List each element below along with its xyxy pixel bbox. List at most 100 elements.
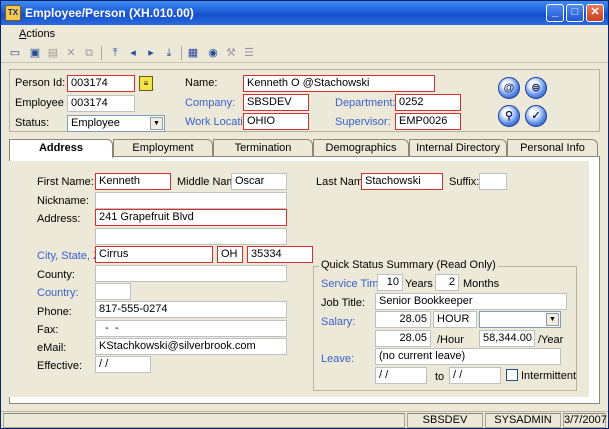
zip-field[interactable]: 35334 <box>247 246 313 263</box>
salary-label[interactable]: Salary: <box>321 316 355 328</box>
close-button[interactable]: ✕ <box>586 4 604 22</box>
tab-personal-info[interactable]: Personal Info <box>507 139 598 157</box>
city-field[interactable]: Cirrus <box>95 246 213 263</box>
per-hour-label: /Hour <box>437 334 464 346</box>
salary-rate-field: 28.05 <box>375 311 431 328</box>
search-icon[interactable]: ⚲ <box>498 105 520 127</box>
print-preview-icon[interactable]: ⊜ <box>525 77 547 99</box>
copy-icon[interactable]: ⧉ <box>81 45 97 61</box>
to-label: to <box>435 371 445 383</box>
first-icon[interactable]: ⤒ <box>107 45 123 61</box>
salary-extra-select[interactable]: ▼ <box>479 311 561 328</box>
status-company: SBSDEV <box>407 413 483 428</box>
status-message-cell <box>3 413 405 428</box>
chevron-down-icon[interactable]: ▼ <box>546 313 559 326</box>
leave-label[interactable]: Leave: <box>321 353 354 365</box>
toolbar-separator <box>101 46 102 60</box>
hourly-rate-field: 28.05 <box>375 330 431 347</box>
status-date: 3/7/2007 <box>563 413 607 428</box>
salary-unit-field: HOUR <box>433 311 477 328</box>
address-line2-field[interactable] <box>95 228 287 245</box>
months-label: Months <box>463 278 500 290</box>
state-field[interactable]: OH <box>217 246 243 263</box>
county-field[interactable] <box>95 265 287 282</box>
nickname-field[interactable] <box>95 192 287 209</box>
next-icon[interactable]: ▸ <box>143 45 159 61</box>
department-label[interactable]: Department: <box>335 97 396 109</box>
help-icon[interactable]: ◉ <box>205 45 221 61</box>
status-user: SYSADMIN <box>485 413 561 428</box>
nickname-label: Nickname: <box>37 195 89 207</box>
address-line1-field[interactable]: 241 Grapefruit Blvd <box>95 209 287 226</box>
email-field[interactable]: KStachkowski@silverbrook.com <box>95 338 287 355</box>
work-location-field[interactable]: OHIO <box>243 113 309 130</box>
tab-demographics[interactable]: Demographics <box>313 139 409 157</box>
job-title-label: Job Title: <box>321 297 366 309</box>
tab-internal-directory[interactable]: Internal Directory <box>409 139 507 157</box>
print-icon[interactable]: ▤ <box>45 45 61 61</box>
list-icon[interactable]: ☰ <box>241 45 257 61</box>
fax-label: Fax: <box>37 324 59 336</box>
middle-name-field[interactable]: Oscar <box>231 173 287 190</box>
first-name-label: First Name: <box>37 176 94 188</box>
status-bar: SBSDEV SYSADMIN 3/7/2007 <box>1 411 608 428</box>
effective-date-field[interactable]: / / <box>95 356 151 373</box>
employee-id-field[interactable]: 003174 <box>67 95 135 112</box>
menu-bar: Actions <box>1 25 608 43</box>
maximize-button[interactable]: □ <box>566 4 584 22</box>
name-field[interactable]: Kenneth O @Stachowski <box>243 75 435 92</box>
attachment-icon[interactable]: @ <box>498 77 520 99</box>
prev-icon[interactable]: ◂ <box>125 45 141 61</box>
status-label: Status: <box>15 117 50 129</box>
per-year-label: /Year <box>538 334 564 346</box>
company-label[interactable]: Company: <box>185 97 235 109</box>
fax-field[interactable]: - - <box>95 320 287 337</box>
country-field[interactable] <box>95 283 131 300</box>
yearly-rate-field: 58,344.00 <box>479 330 535 347</box>
toolbar-separator <box>181 46 182 60</box>
chevron-down-icon[interactable]: ▼ <box>150 117 163 130</box>
country-label[interactable]: Country: <box>37 287 79 299</box>
menu-actions[interactable]: Actions <box>19 28 55 40</box>
tab-termination[interactable]: Termination <box>213 139 313 157</box>
leave-to-date-field: / / <box>449 367 501 384</box>
person-id-field[interactable]: 003174 <box>67 75 135 92</box>
status-select[interactable]: Employee ▼ <box>67 115 165 132</box>
tools-icon[interactable]: ⚒ <box>223 45 239 61</box>
phone-field[interactable]: 817-555-0274 <box>95 301 287 318</box>
calculator-icon[interactable]: ▦ <box>185 45 201 61</box>
supervisor-label[interactable]: Supervisor: <box>335 116 391 128</box>
last-name-field[interactable]: Stachowski <box>361 173 443 190</box>
company-field[interactable]: SBSDEV <box>243 94 309 111</box>
new-icon[interactable]: ▭ <box>7 45 23 61</box>
suffix-field[interactable] <box>479 173 507 190</box>
app-icon: TX <box>5 5 21 21</box>
leave-field: (no current leave) <box>375 348 561 365</box>
lookup-icon[interactable]: ≡ <box>139 76 153 91</box>
toolbar: ▭ ▣ ▤ ✕ ⧉ ⤒ ◂ ▸ ⤓ ▦ ◉ ⚒ ☰ <box>1 43 608 63</box>
status-value: Employee <box>71 117 120 129</box>
menu-actions-label: ctions <box>26 28 56 40</box>
county-label: County: <box>37 269 75 281</box>
email-label: eMail: <box>37 342 67 354</box>
intermittent-checkbox[interactable] <box>506 369 518 381</box>
supervisor-field[interactable]: EMP0026 <box>395 113 461 130</box>
suffix-label: Suffix: <box>449 176 480 188</box>
delete-icon[interactable]: ✕ <box>63 45 79 61</box>
minimize-button[interactable]: _ <box>546 4 564 22</box>
name-label: Name: <box>185 77 218 89</box>
approve-icon[interactable]: ✓ <box>525 105 547 127</box>
phone-label: Phone: <box>37 306 72 318</box>
employee-person-window: TX Employee/Person (XH.010.00) _ □ ✕ Act… <box>0 0 609 429</box>
effective-label: Effective: <box>37 360 83 372</box>
first-name-field[interactable]: Kenneth <box>95 173 171 190</box>
address-label: Address: <box>37 213 81 225</box>
years-label: Years <box>405 278 433 290</box>
department-field[interactable]: 0252 <box>395 94 461 111</box>
save-icon[interactable]: ▣ <box>27 45 43 61</box>
leave-from-date-field: / / <box>375 367 427 384</box>
last-icon[interactable]: ⤓ <box>161 45 177 61</box>
tab-address[interactable]: Address <box>9 139 113 158</box>
quick-status-title: Quick Status Summary (Read Only) <box>319 259 498 271</box>
tab-employment[interactable]: Employment <box>113 139 213 157</box>
